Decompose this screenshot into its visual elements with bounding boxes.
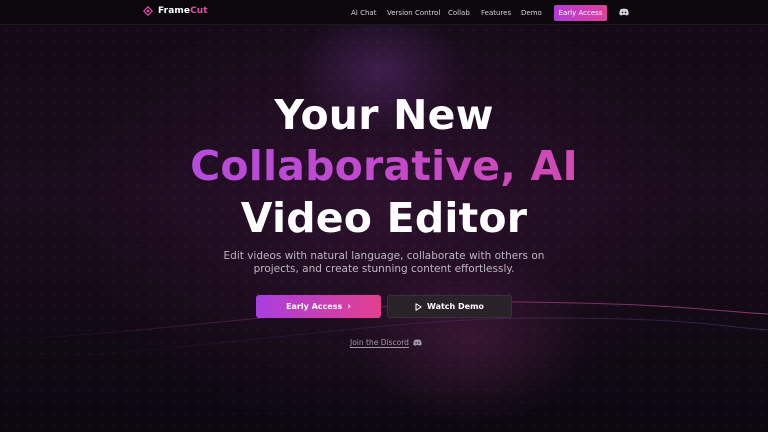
chevron-right-icon: › <box>347 301 351 312</box>
hero-subtitle-line-1: Edit videos with natural language, colla… <box>223 250 545 262</box>
watch-demo-label: Watch Demo <box>427 302 484 311</box>
join-discord-link[interactable]: Join the Discord <box>350 338 422 347</box>
discord-icon <box>413 339 422 346</box>
brand-logo[interactable]: FrameCut <box>143 6 208 16</box>
nav-link-demo[interactable]: Demo <box>521 9 542 17</box>
hero-subtitle-line-2: projects, and create stunning content ef… <box>253 263 515 275</box>
brand-name: FrameCut <box>158 6 208 16</box>
nav-early-access-button[interactable]: Early Access <box>554 5 607 21</box>
diamond-logo-icon <box>143 6 153 16</box>
nav-link-ai-chat[interactable]: AI Chat <box>351 9 376 17</box>
hero-title-line-1: Your New <box>274 91 494 139</box>
nav-link-collab[interactable]: Collab <box>448 9 470 17</box>
nav-link-version-control[interactable]: Version Control <box>387 9 440 17</box>
top-navbar: FrameCut AI Chat Version Control Collab … <box>0 0 768 25</box>
nav-link-features[interactable]: Features <box>481 9 511 17</box>
early-access-label: Early Access <box>286 302 343 311</box>
hero-title-line-2: Collaborative, AI <box>0 146 768 187</box>
watch-demo-button[interactable]: Watch Demo <box>387 295 512 318</box>
discord-icon[interactable] <box>619 8 629 16</box>
hero-title-line-3: Video Editor <box>240 194 528 242</box>
early-access-button[interactable]: Early Access › <box>256 295 381 318</box>
join-discord-label: Join the Discord <box>350 338 409 347</box>
play-icon <box>415 302 422 311</box>
